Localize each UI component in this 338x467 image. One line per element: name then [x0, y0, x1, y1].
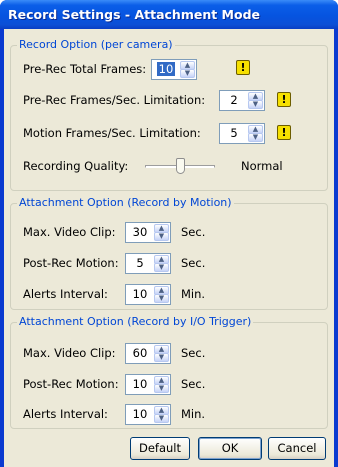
spin-down-icon[interactable]: ▼	[248, 100, 263, 109]
alerts-interval-unit: Min.	[181, 287, 206, 301]
warning-icon[interactable]: !	[277, 125, 291, 140]
ok-button[interactable]: OK	[198, 437, 262, 460]
pre-rec-fps-limit-value[interactable]: 2	[220, 91, 248, 110]
post-rec-motion-spinner[interactable]: 10 ▲ ▼	[125, 374, 171, 395]
alerts-interval-value[interactable]: 10	[126, 405, 154, 424]
post-rec-motion-value[interactable]: 10	[126, 375, 154, 394]
warning-icon[interactable]: !	[236, 60, 250, 75]
alerts-interval-spinner[interactable]: 10 ▲ ▼	[125, 404, 171, 425]
pre-rec-total-frames-spinner[interactable]: 10 ▲ ▼	[151, 59, 197, 80]
spin-down-icon[interactable]: ▼	[154, 232, 169, 241]
max-video-clip-value[interactable]: 30	[126, 223, 154, 242]
motion-fps-limit-value[interactable]: 5	[220, 124, 248, 143]
spin-down-icon[interactable]: ▼	[154, 353, 169, 362]
post-rec-motion-label: Post-Rec Motion:	[23, 256, 119, 270]
record-option-group: Record Option (per camera) Pre-Rec Total…	[10, 38, 328, 191]
alerts-interval-spinner[interactable]: 10 ▲ ▼	[125, 284, 171, 305]
recording-quality-value: Normal	[241, 159, 283, 173]
attachment-motion-legend: Attachment Option (Record by Motion)	[17, 196, 234, 209]
spin-down-icon[interactable]: ▼	[154, 414, 169, 423]
attachment-io-group: Attachment Option (Record by I/O Trigger…	[10, 315, 328, 429]
window-title: Record Settings - Attachment Mode	[8, 7, 261, 22]
cancel-button[interactable]: Cancel	[268, 437, 326, 460]
attachment-io-legend: Attachment Option (Record by I/O Trigger…	[17, 315, 254, 328]
record-option-legend: Record Option (per camera)	[17, 38, 175, 51]
post-rec-motion-unit: Sec.	[181, 256, 206, 270]
default-button[interactable]: Default	[130, 437, 190, 460]
max-video-clip-spinner[interactable]: 30 ▲ ▼	[125, 222, 171, 243]
post-rec-motion-unit: Sec.	[181, 377, 206, 391]
pre-rec-total-frames-label: Pre-Rec Total Frames:	[23, 62, 147, 76]
spin-down-icon[interactable]: ▼	[154, 384, 169, 393]
dialog-window: Record Settings - Attachment Mode Record…	[0, 0, 338, 467]
alerts-interval-label: Alerts Interval:	[23, 407, 108, 421]
max-video-clip-label: Max. Video Clip:	[23, 346, 116, 360]
spin-down-icon[interactable]: ▼	[180, 69, 195, 78]
max-video-clip-spinner[interactable]: 60 ▲ ▼	[125, 343, 171, 364]
alerts-interval-unit: Min.	[181, 407, 206, 421]
pre-rec-fps-limit-spinner[interactable]: 2 ▲ ▼	[219, 90, 265, 111]
post-rec-motion-spinner[interactable]: 5 ▲ ▼	[125, 253, 171, 274]
warning-icon[interactable]: !	[277, 92, 291, 107]
title-bar[interactable]: Record Settings - Attachment Mode	[0, 0, 338, 29]
max-video-clip-unit: Sec.	[181, 346, 206, 360]
spin-down-icon[interactable]: ▼	[154, 263, 169, 272]
post-rec-motion-label: Post-Rec Motion:	[23, 377, 119, 391]
spin-down-icon[interactable]: ▼	[248, 133, 263, 142]
post-rec-motion-value[interactable]: 5	[126, 254, 154, 273]
recording-quality-label: Recording Quality:	[23, 159, 129, 173]
dialog-body: Record Option (per camera) Pre-Rec Total…	[4, 29, 334, 467]
pre-rec-total-frames-value[interactable]: 10	[156, 62, 176, 76]
max-video-clip-unit: Sec.	[181, 225, 206, 239]
motion-fps-limit-label: Motion Frames/Sec. Limitation:	[23, 126, 201, 140]
attachment-motion-group: Attachment Option (Record by Motion) Max…	[10, 196, 328, 310]
alerts-interval-label: Alerts Interval:	[23, 287, 108, 301]
alerts-interval-value[interactable]: 10	[126, 285, 154, 304]
motion-fps-limit-spinner[interactable]: 5 ▲ ▼	[219, 123, 265, 144]
quality-slider-thumb[interactable]	[175, 158, 185, 174]
max-video-clip-label: Max. Video Clip:	[23, 225, 116, 239]
spin-down-icon[interactable]: ▼	[154, 294, 169, 303]
pre-rec-fps-limit-label: Pre-Rec Frames/Sec. Limitation:	[23, 93, 206, 107]
max-video-clip-value[interactable]: 60	[126, 344, 154, 363]
